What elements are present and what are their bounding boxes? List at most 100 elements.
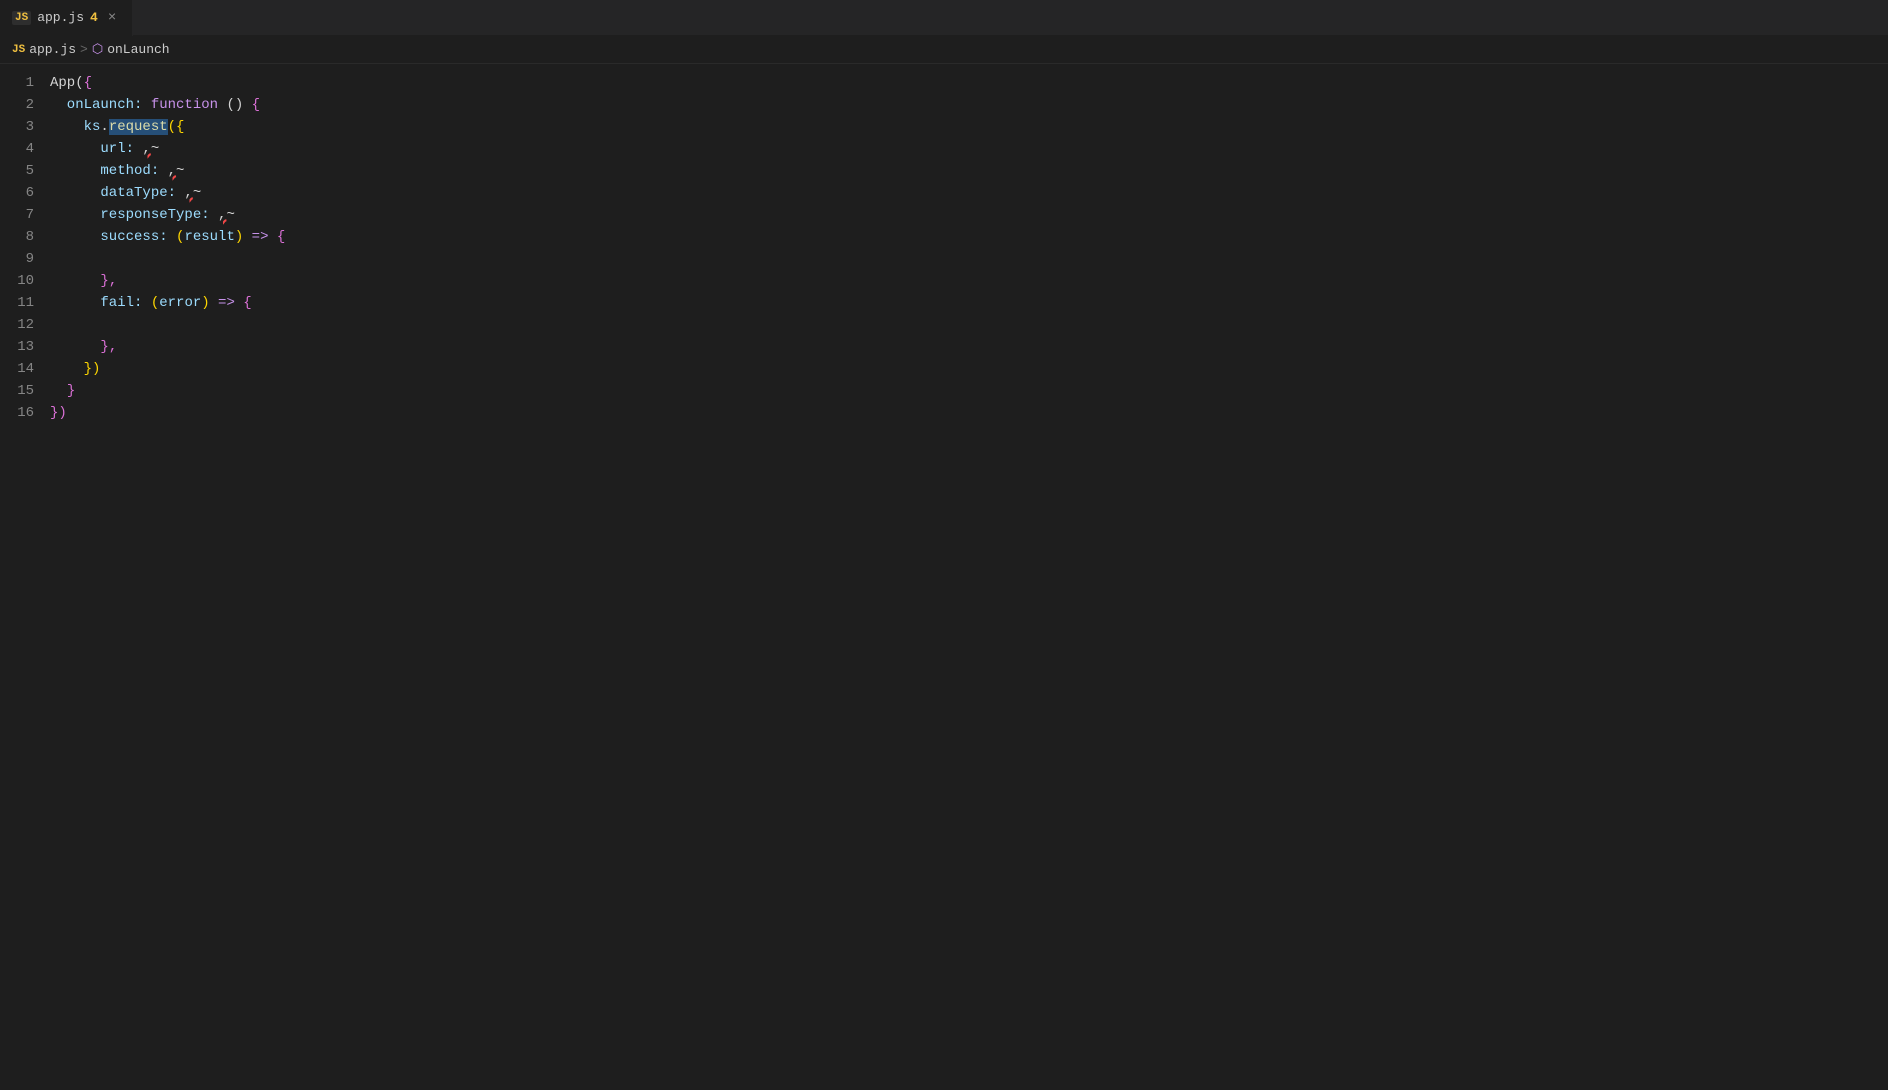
token: ks xyxy=(50,119,100,135)
line-number: 6 xyxy=(0,182,50,204)
line-content[interactable]: ks.request({ xyxy=(50,116,1888,138)
line-content[interactable]: url: ,~ xyxy=(50,138,1888,160)
line-number: 9 xyxy=(0,248,50,270)
token xyxy=(50,339,100,355)
code-line: 15 } xyxy=(0,380,1888,402)
token xyxy=(50,361,84,377)
code-line: 8 success: (result) => { xyxy=(0,226,1888,248)
token: { xyxy=(277,229,285,245)
breadcrumb-func-name[interactable]: onLaunch xyxy=(107,42,169,57)
token: App( xyxy=(50,75,84,91)
code-line: 9 xyxy=(0,248,1888,270)
line-content[interactable]: App({ xyxy=(50,72,1888,94)
line-content[interactable]: dataType: ,~ xyxy=(50,182,1888,204)
token: { xyxy=(84,75,92,91)
tab-app-js[interactable]: JS app.js 4 × xyxy=(0,0,133,36)
line-number: 2 xyxy=(0,94,50,116)
token: , xyxy=(142,141,150,157)
code-line: 12 xyxy=(0,314,1888,336)
line-content[interactable]: success: (result) => { xyxy=(50,226,1888,248)
code-line: 16}) xyxy=(0,402,1888,424)
line-content[interactable]: }, xyxy=(50,270,1888,292)
token: () xyxy=(218,97,252,113)
tab-bar: JS app.js 4 × xyxy=(0,0,1888,36)
breadcrumb-separator: > xyxy=(80,42,88,57)
breadcrumb-js-icon: JS xyxy=(12,44,25,56)
line-content[interactable]: onLaunch: function () { xyxy=(50,94,1888,116)
token: }) xyxy=(50,405,67,421)
line-content[interactable]: } xyxy=(50,380,1888,402)
line-number: 5 xyxy=(0,160,50,182)
line-number: 13 xyxy=(0,336,50,358)
token: fail: xyxy=(50,295,151,311)
code-line: 13 }, xyxy=(0,336,1888,358)
token: result xyxy=(184,229,234,245)
code-line: 7 responseType: ,~ xyxy=(0,204,1888,226)
token: ({ xyxy=(168,119,185,135)
token: function xyxy=(151,97,218,113)
breadcrumb-func-icon: ⬡ xyxy=(92,42,103,57)
token: method: xyxy=(50,163,168,179)
token: ~ xyxy=(226,207,234,223)
token: ) xyxy=(201,295,209,311)
line-number: 3 xyxy=(0,116,50,138)
token: success: xyxy=(50,229,176,245)
line-number: 15 xyxy=(0,380,50,402)
line-number: 14 xyxy=(0,358,50,380)
breadcrumb-filename[interactable]: app.js xyxy=(29,42,76,57)
token: { xyxy=(243,295,251,311)
token: , xyxy=(168,163,176,179)
tab-filename: app.js xyxy=(37,10,84,25)
token: responseType: xyxy=(50,207,218,223)
tab-modified-count: 4 xyxy=(90,10,98,25)
code-line: 11 fail: (error) => { xyxy=(0,292,1888,314)
line-content[interactable]: method: ,~ xyxy=(50,160,1888,182)
line-number: 10 xyxy=(0,270,50,292)
code-line: 4 url: ,~ xyxy=(0,138,1888,160)
code-line: 1App({ xyxy=(0,72,1888,94)
line-number: 8 xyxy=(0,226,50,248)
token: => xyxy=(210,295,244,311)
tab-close-button[interactable]: × xyxy=(104,8,120,28)
token: dataType: xyxy=(50,185,184,201)
token: ~ xyxy=(151,141,159,157)
line-number: 16 xyxy=(0,402,50,424)
token: }, xyxy=(100,273,117,289)
line-content[interactable]: }) xyxy=(50,358,1888,380)
token: onLaunch: xyxy=(50,97,151,113)
line-content[interactable]: }, xyxy=(50,336,1888,358)
code-line: 10 }, xyxy=(0,270,1888,292)
token: }) xyxy=(84,361,101,377)
token: . xyxy=(100,119,108,135)
token: request xyxy=(109,119,168,135)
code-line: 3 ks.request({ xyxy=(0,116,1888,138)
editor-area: 1App({2 onLaunch: function () {3 ks.requ… xyxy=(0,64,1888,432)
token: ) xyxy=(235,229,243,245)
line-number: 7 xyxy=(0,204,50,226)
line-number: 11 xyxy=(0,292,50,314)
code-line: 2 onLaunch: function () { xyxy=(0,94,1888,116)
token: url: xyxy=(50,141,142,157)
token: }, xyxy=(100,339,117,355)
token: { xyxy=(252,97,260,113)
token xyxy=(50,273,100,289)
line-number: 1 xyxy=(0,72,50,94)
js-file-icon: JS xyxy=(12,11,31,25)
token: ~ xyxy=(193,185,201,201)
token: ( xyxy=(151,295,159,311)
code-line: 14 }) xyxy=(0,358,1888,380)
token xyxy=(50,383,67,399)
line-content[interactable]: fail: (error) => { xyxy=(50,292,1888,314)
token: } xyxy=(67,383,75,399)
token: , xyxy=(184,185,192,201)
code-line: 6 dataType: ,~ xyxy=(0,182,1888,204)
token: error xyxy=(159,295,201,311)
line-content[interactable]: }) xyxy=(50,402,1888,424)
code-line: 5 method: ,~ xyxy=(0,160,1888,182)
token: => xyxy=(243,229,277,245)
line-content[interactable]: responseType: ,~ xyxy=(50,204,1888,226)
token: ~ xyxy=(176,163,184,179)
line-number: 12 xyxy=(0,314,50,336)
breadcrumb-bar: JS app.js > ⬡ onLaunch xyxy=(0,36,1888,64)
line-number: 4 xyxy=(0,138,50,160)
